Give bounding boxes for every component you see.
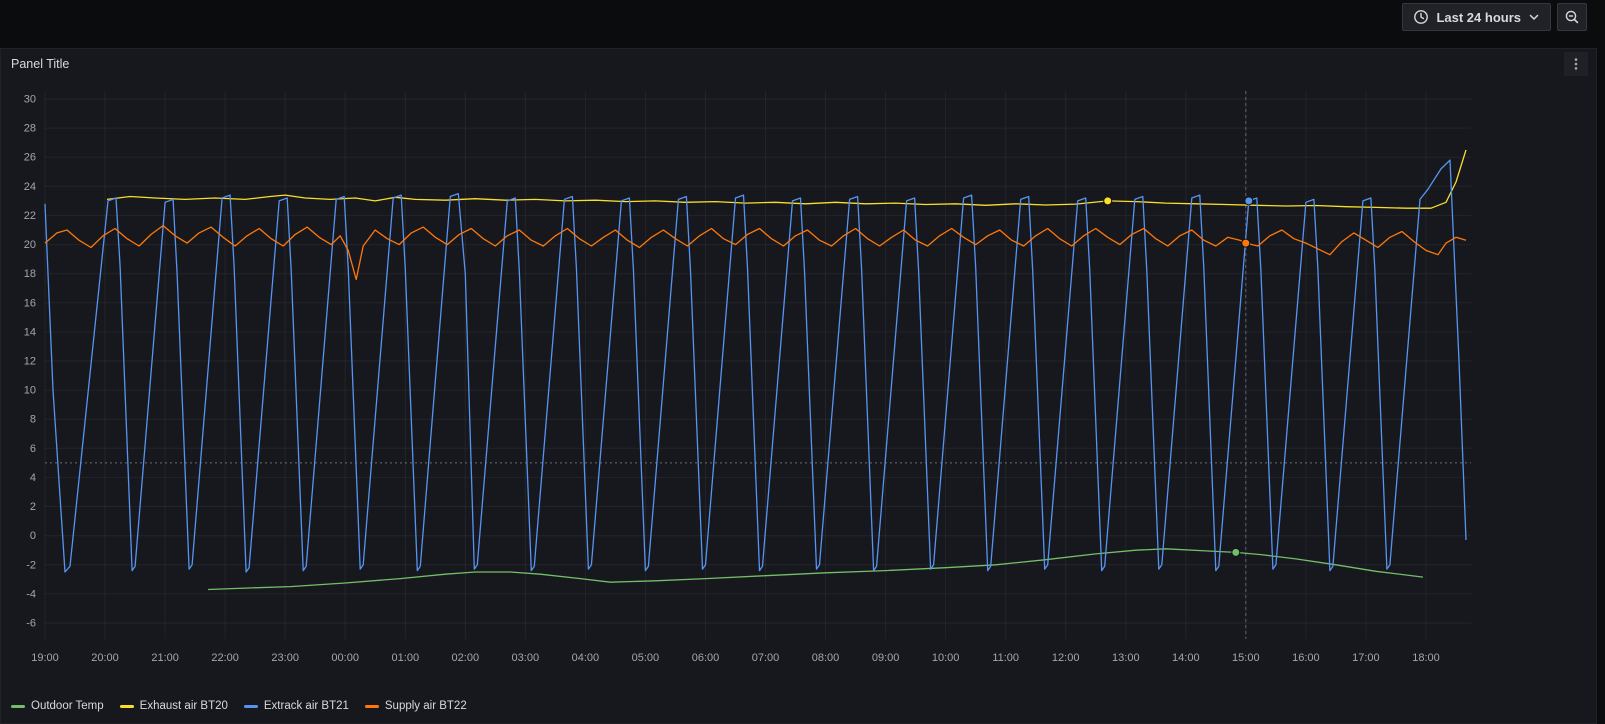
y-axis-labels: 302826242220181614121086420-2-4-6 bbox=[24, 94, 36, 630]
panel-title[interactable]: Panel Title bbox=[11, 57, 69, 71]
svg-text:15:00: 15:00 bbox=[1232, 652, 1260, 664]
panel-header[interactable]: Panel Title bbox=[1, 49, 1596, 79]
svg-text:22: 22 bbox=[24, 210, 36, 222]
time-range-label: Last 24 hours bbox=[1436, 9, 1521, 25]
gridlines bbox=[44, 91, 1471, 639]
top-toolbar: Last 24 hours bbox=[0, 0, 1605, 34]
hover-point-outdoor-temp bbox=[1231, 547, 1241, 557]
svg-text:28: 28 bbox=[24, 123, 36, 135]
svg-text:03:00: 03:00 bbox=[512, 652, 540, 664]
svg-text:8: 8 bbox=[30, 414, 36, 426]
svg-text:14: 14 bbox=[24, 326, 36, 338]
time-range-picker-button[interactable]: Last 24 hours bbox=[1402, 3, 1551, 31]
series-line-exhaust-air-bt20[interactable] bbox=[106, 149, 1467, 209]
kebab-icon bbox=[1569, 57, 1583, 71]
zoom-out-button[interactable] bbox=[1557, 3, 1587, 31]
svg-text:08:00: 08:00 bbox=[812, 652, 840, 664]
series-line-extrack-air-bt21[interactable] bbox=[44, 159, 1467, 573]
svg-text:-6: -6 bbox=[26, 618, 36, 630]
legend-swatch-outdoor-temp bbox=[11, 704, 25, 708]
svg-text:17:00: 17:00 bbox=[1352, 652, 1380, 664]
svg-text:13:00: 13:00 bbox=[1112, 652, 1140, 664]
svg-text:18: 18 bbox=[24, 268, 36, 280]
legend-label-exhaust-air-bt20: Exhaust air BT20 bbox=[139, 700, 228, 712]
svg-text:20:00: 20:00 bbox=[91, 652, 119, 664]
svg-text:-4: -4 bbox=[26, 588, 36, 600]
svg-text:04:00: 04:00 bbox=[572, 652, 600, 664]
legend-swatch-extrack-air-bt21 bbox=[243, 704, 258, 708]
legend-label-supply-air-bt22: Supply air BT22 bbox=[384, 700, 467, 712]
hover-point-supply-air-bt22 bbox=[1241, 238, 1251, 248]
legend-item-outdoor-temp[interactable]: Outdoor Temp bbox=[11, 700, 104, 712]
svg-text:12:00: 12:00 bbox=[1052, 652, 1080, 664]
chart-area[interactable]: 30 28 26 24 22 20 18 16 14 12 10 8 6 4 2 0 -2 -4 -6 19:00 20… bbox=[1, 79, 1596, 691]
legend-item-supply-air-bt22[interactable]: Supply air BT22 bbox=[364, 700, 467, 712]
chart-legend: Outdoor Temp Exhaust air BT20 Extrack air … bbox=[1, 691, 1596, 721]
svg-text:01:00: 01:00 bbox=[392, 652, 420, 664]
svg-text:16: 16 bbox=[24, 297, 36, 309]
svg-text:30: 30 bbox=[24, 94, 36, 106]
time-series-chart[interactable]: 302826242220181614121086420-2-4-619:00 20… bbox=[1, 79, 1596, 691]
x-axis-labels: 19:00 20:00 21:00 22:00 23:00 00:00 01:00 02:00… bbox=[31, 652, 1440, 664]
svg-text:6: 6 bbox=[30, 443, 36, 455]
svg-text:11:00: 11:00 bbox=[992, 652, 1019, 664]
svg-text:0: 0 bbox=[30, 530, 36, 542]
svg-text:07:00: 07:00 bbox=[752, 652, 780, 664]
svg-text:23:00: 23:00 bbox=[271, 652, 299, 664]
chevron-down-icon bbox=[1528, 11, 1540, 23]
svg-text:09:00: 09:00 bbox=[872, 652, 900, 664]
legend-item-exhaust-air-bt20[interactable]: Exhaust air BT20 bbox=[119, 700, 228, 712]
svg-text:16:00: 16:00 bbox=[1292, 652, 1320, 664]
legend-swatch-supply-air-bt22 bbox=[364, 704, 379, 708]
legend-label-extrack-air-bt21: Extrack air BT21 bbox=[263, 700, 349, 712]
toolbar-right-group: Last 24 hours bbox=[1402, 3, 1587, 31]
svg-text:22:00: 22:00 bbox=[211, 652, 239, 664]
hover-point-extrack-air-bt21 bbox=[1244, 196, 1254, 206]
legend-item-extrack-air-bt21[interactable]: Extrack air BT21 bbox=[243, 700, 349, 712]
svg-text:10:00: 10:00 bbox=[932, 652, 960, 664]
svg-text:24: 24 bbox=[24, 181, 36, 193]
svg-text:26: 26 bbox=[24, 152, 36, 164]
svg-text:06:00: 06:00 bbox=[692, 652, 720, 664]
svg-text:21:00: 21:00 bbox=[151, 652, 179, 664]
svg-text:00:00: 00:00 bbox=[331, 652, 359, 664]
svg-text:4: 4 bbox=[30, 472, 36, 484]
panel: Panel Title 30 28 26 24 22 20 18 16 14 12 10 8 6 4 2 0-… bbox=[0, 48, 1597, 724]
svg-text:19:00: 19:00 bbox=[31, 652, 59, 664]
svg-text:-2: -2 bbox=[26, 559, 36, 571]
svg-text:18:00: 18:00 bbox=[1412, 652, 1440, 664]
svg-text:12: 12 bbox=[24, 356, 36, 368]
svg-text:20: 20 bbox=[24, 239, 36, 251]
clock-icon bbox=[1413, 9, 1429, 25]
svg-text:05:00: 05:00 bbox=[632, 652, 660, 664]
zoom-out-icon bbox=[1564, 9, 1580, 25]
legend-label-outdoor-temp: Outdoor Temp bbox=[31, 700, 104, 712]
svg-text:02:00: 02:00 bbox=[452, 652, 480, 664]
legend-swatch-exhaust-air-bt20 bbox=[119, 704, 134, 708]
series-line-supply-air-bt22[interactable] bbox=[44, 224, 1467, 281]
svg-text:2: 2 bbox=[30, 501, 36, 513]
hover-point-exhaust-air-bt20 bbox=[1103, 196, 1113, 206]
svg-text:14:00: 14:00 bbox=[1172, 652, 1200, 664]
panel-menu-button[interactable] bbox=[1564, 52, 1588, 76]
svg-text:10: 10 bbox=[24, 385, 36, 397]
